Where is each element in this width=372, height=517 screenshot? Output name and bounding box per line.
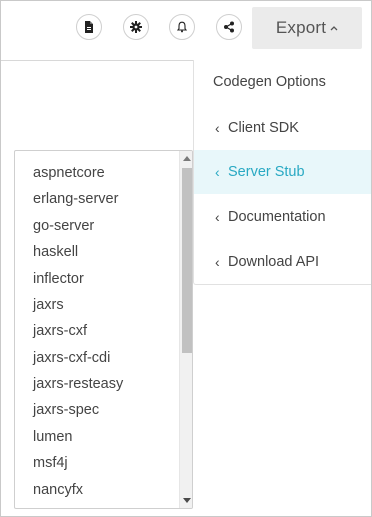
menu-item-documentation[interactable]: ‹ Documentation <box>194 195 371 239</box>
list-item[interactable]: jaxrs-resteasy <box>33 376 123 392</box>
chevron-up-icon <box>330 25 338 31</box>
file-icon <box>84 21 94 33</box>
menu-item-server-stub[interactable]: ‹ Server Stub <box>194 150 371 194</box>
list-item[interactable]: go-server <box>33 218 94 234</box>
menu-header: Codegen Options <box>213 74 326 90</box>
share-icon <box>223 21 235 33</box>
chevron-left-icon: ‹ <box>215 209 220 225</box>
export-button[interactable]: Export <box>252 7 362 49</box>
list-item[interactable]: inflector <box>33 271 84 287</box>
list-item[interactable]: lumen <box>33 429 73 445</box>
menu-item-label: Download API <box>228 254 320 270</box>
gear-icon <box>130 21 142 33</box>
list-item[interactable]: jaxrs-cxf-cdi <box>33 350 110 366</box>
app-window: Export Codegen Options ‹ Client SDK ‹ Se… <box>0 0 372 517</box>
chevron-left-icon: ‹ <box>215 164 220 180</box>
menu-item-label: Server Stub <box>228 164 305 180</box>
list-item[interactable]: jaxrs-cxf <box>33 323 87 339</box>
list-item[interactable]: nancyfx <box>33 482 83 498</box>
export-label: Export <box>275 18 327 37</box>
list-item[interactable]: jaxrs <box>33 297 64 313</box>
menu-item-download-api[interactable]: ‹ Download API <box>194 240 371 284</box>
scroll-up-icon[interactable] <box>183 156 191 161</box>
list-item[interactable]: erlang-server <box>33 191 118 207</box>
chevron-left-icon: ‹ <box>215 254 220 270</box>
chevron-left-icon: ‹ <box>215 120 220 136</box>
toolbar: Export <box>1 1 371 61</box>
scrollbar-thumb[interactable] <box>182 168 192 353</box>
scroll-down-icon[interactable] <box>183 498 191 503</box>
list-item[interactable]: msf4j <box>33 455 68 471</box>
list-item[interactable]: jaxrs-spec <box>33 402 99 418</box>
list-item[interactable]: haskell <box>33 244 78 260</box>
menu-item-label: Documentation <box>228 209 326 225</box>
notifications-button[interactable] <box>169 14 195 40</box>
vertical-scrollbar[interactable] <box>179 151 192 508</box>
bell-icon <box>176 21 188 33</box>
share-button[interactable] <box>216 14 242 40</box>
export-dropdown-menu: Codegen Options ‹ Client SDK ‹ Server St… <box>193 60 371 285</box>
menu-item-client-sdk[interactable]: ‹ Client SDK <box>194 106 371 150</box>
settings-button[interactable] <box>123 14 149 40</box>
server-stub-submenu[interactable]: aspnetcore erlang-server go-server haske… <box>14 150 193 509</box>
menu-item-label: Client SDK <box>228 120 299 136</box>
file-button[interactable] <box>76 14 102 40</box>
list-item[interactable]: aspnetcore <box>33 165 105 181</box>
